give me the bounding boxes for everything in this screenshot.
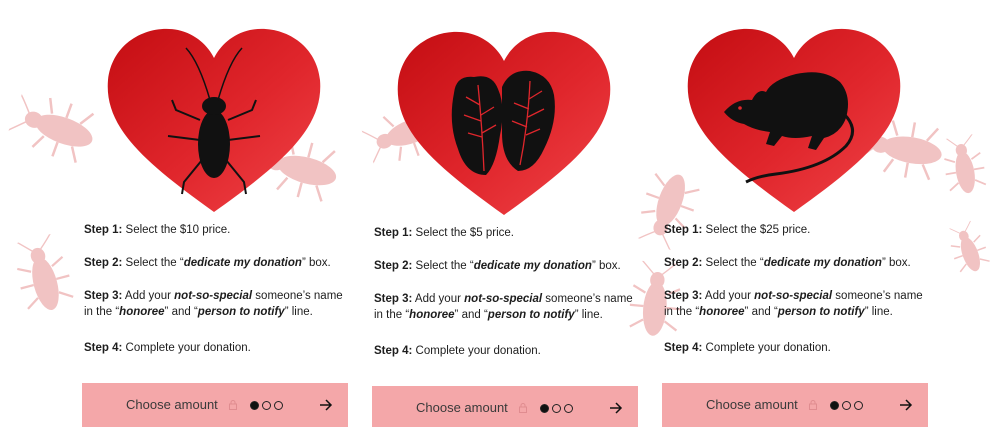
step-text: ” line. [864,306,893,318]
step-3: Step 3: Add your not-so-special someone’… [374,291,638,323]
step-emphasis: honoree [699,306,745,318]
step-emphasis: person to notify [197,306,285,318]
step-text: ” line. [574,309,603,321]
step-text: Select the “ [412,260,474,272]
lock-icon [229,400,237,410]
progress-dot-active [540,404,549,413]
instructions: Step 1: Select the $10 price. Step 2: Se… [84,222,348,373]
arrow-right-icon [610,402,623,414]
step-3: Step 3: Add your not-so-special someone’… [664,288,928,320]
step-text: Select the $10 price. [122,224,231,236]
step-text: ” box. [881,257,911,269]
step-emphasis: honoree [119,306,165,318]
arrow-right-icon [320,399,333,411]
step-label: Step 1: [374,227,413,239]
donation-card-rat: Step 1: Select the $25 price. Step 2: Se… [662,0,928,427]
step-emphasis: dedicate my donation [183,257,302,269]
step-label: Step 2: [664,257,703,269]
step-text: Select the $25 price. [702,224,811,236]
step-label: Step 1: [664,224,703,236]
step-emphasis: person to notify [487,309,575,321]
donation-card-cockroach: Step 1: Select the $10 price. Step 2: Se… [82,0,348,427]
step-text: ” and “ [164,306,198,318]
step-2: Step 2: Select the “dedicate my donation… [84,255,348,271]
lock-icon [519,403,527,413]
step-progress-dots [830,401,863,410]
step-1: Step 1: Select the $5 price. [374,225,638,241]
progress-dot [854,401,863,410]
choose-amount-button[interactable]: Choose amount [372,386,638,427]
progress-dot-active [830,401,839,410]
step-label: Step 1: [84,224,123,236]
progress-dot [274,401,283,410]
background-cockroach-icon [940,235,1000,271]
step-1: Step 1: Select the $25 price. [664,222,928,238]
progress-dot [262,401,271,410]
choose-amount-button[interactable]: Choose amount [662,383,928,427]
progress-dot [564,404,573,413]
step-text: Complete your donation. [122,342,251,354]
step-label: Step 2: [374,260,413,272]
step-emphasis: not-so-special [464,293,543,305]
progress-dot [842,401,851,410]
background-cockroach-icon [930,150,1000,192]
step-4: Step 4: Complete your donation. [374,343,638,359]
button-label: Choose amount [126,397,218,412]
instructions: Step 1: Select the $25 price. Step 2: Se… [664,222,928,373]
step-text: Select the “ [702,257,764,269]
step-emphasis: person to notify [777,306,865,318]
choose-amount-button[interactable]: Choose amount [82,383,348,427]
step-label: Step 3: [84,290,123,302]
progress-dot-active [250,401,259,410]
step-text: ” and “ [744,306,778,318]
step-emphasis: honoree [409,309,455,321]
step-progress-dots [250,401,283,410]
step-label: Step 3: [664,290,703,302]
step-2: Step 2: Select the “dedicate my donation… [664,255,928,271]
heart-graphic [394,25,614,225]
step-emphasis: dedicate my donation [763,257,882,269]
step-text: ” box. [591,260,621,272]
step-text: Add your [412,293,465,305]
step-emphasis: not-so-special [174,290,253,302]
step-text: Add your [122,290,175,302]
step-1: Step 1: Select the $10 price. [84,222,348,238]
step-text: ” line. [284,306,313,318]
step-4: Step 4: Complete your donation. [84,340,348,356]
step-text: ” and “ [454,309,488,321]
step-label: Step 3: [374,293,413,305]
step-text: ” box. [301,257,331,269]
step-3: Step 3: Add your not-so-special someone’… [84,288,348,320]
instructions: Step 1: Select the $5 price. Step 2: Sel… [374,225,638,376]
step-label: Step 4: [664,342,703,354]
donation-card-lettuce: Step 1: Select the $5 price. Step 2: Sel… [372,0,638,427]
button-label: Choose amount [706,397,798,412]
step-emphasis: not-so-special [754,290,833,302]
step-progress-dots [540,404,573,413]
step-label: Step 2: [84,257,123,269]
heart-graphic [684,22,904,222]
step-text: Add your [702,290,755,302]
background-cockroach-icon [0,255,90,309]
step-emphasis: dedicate my donation [473,260,592,272]
heart-graphic [104,22,324,222]
step-text: Select the $5 price. [412,227,514,239]
step-2: Step 2: Select the “dedicate my donation… [374,258,638,274]
step-4: Step 4: Complete your donation. [664,340,928,356]
step-text: Complete your donation. [702,342,831,354]
lock-icon [809,400,817,410]
step-label: Step 4: [374,345,413,357]
step-text: Complete your donation. [412,345,541,357]
progress-dot [552,404,561,413]
arrow-right-icon [900,399,913,411]
step-label: Step 4: [84,342,123,354]
button-label: Choose amount [416,400,508,415]
step-text: Select the “ [122,257,184,269]
